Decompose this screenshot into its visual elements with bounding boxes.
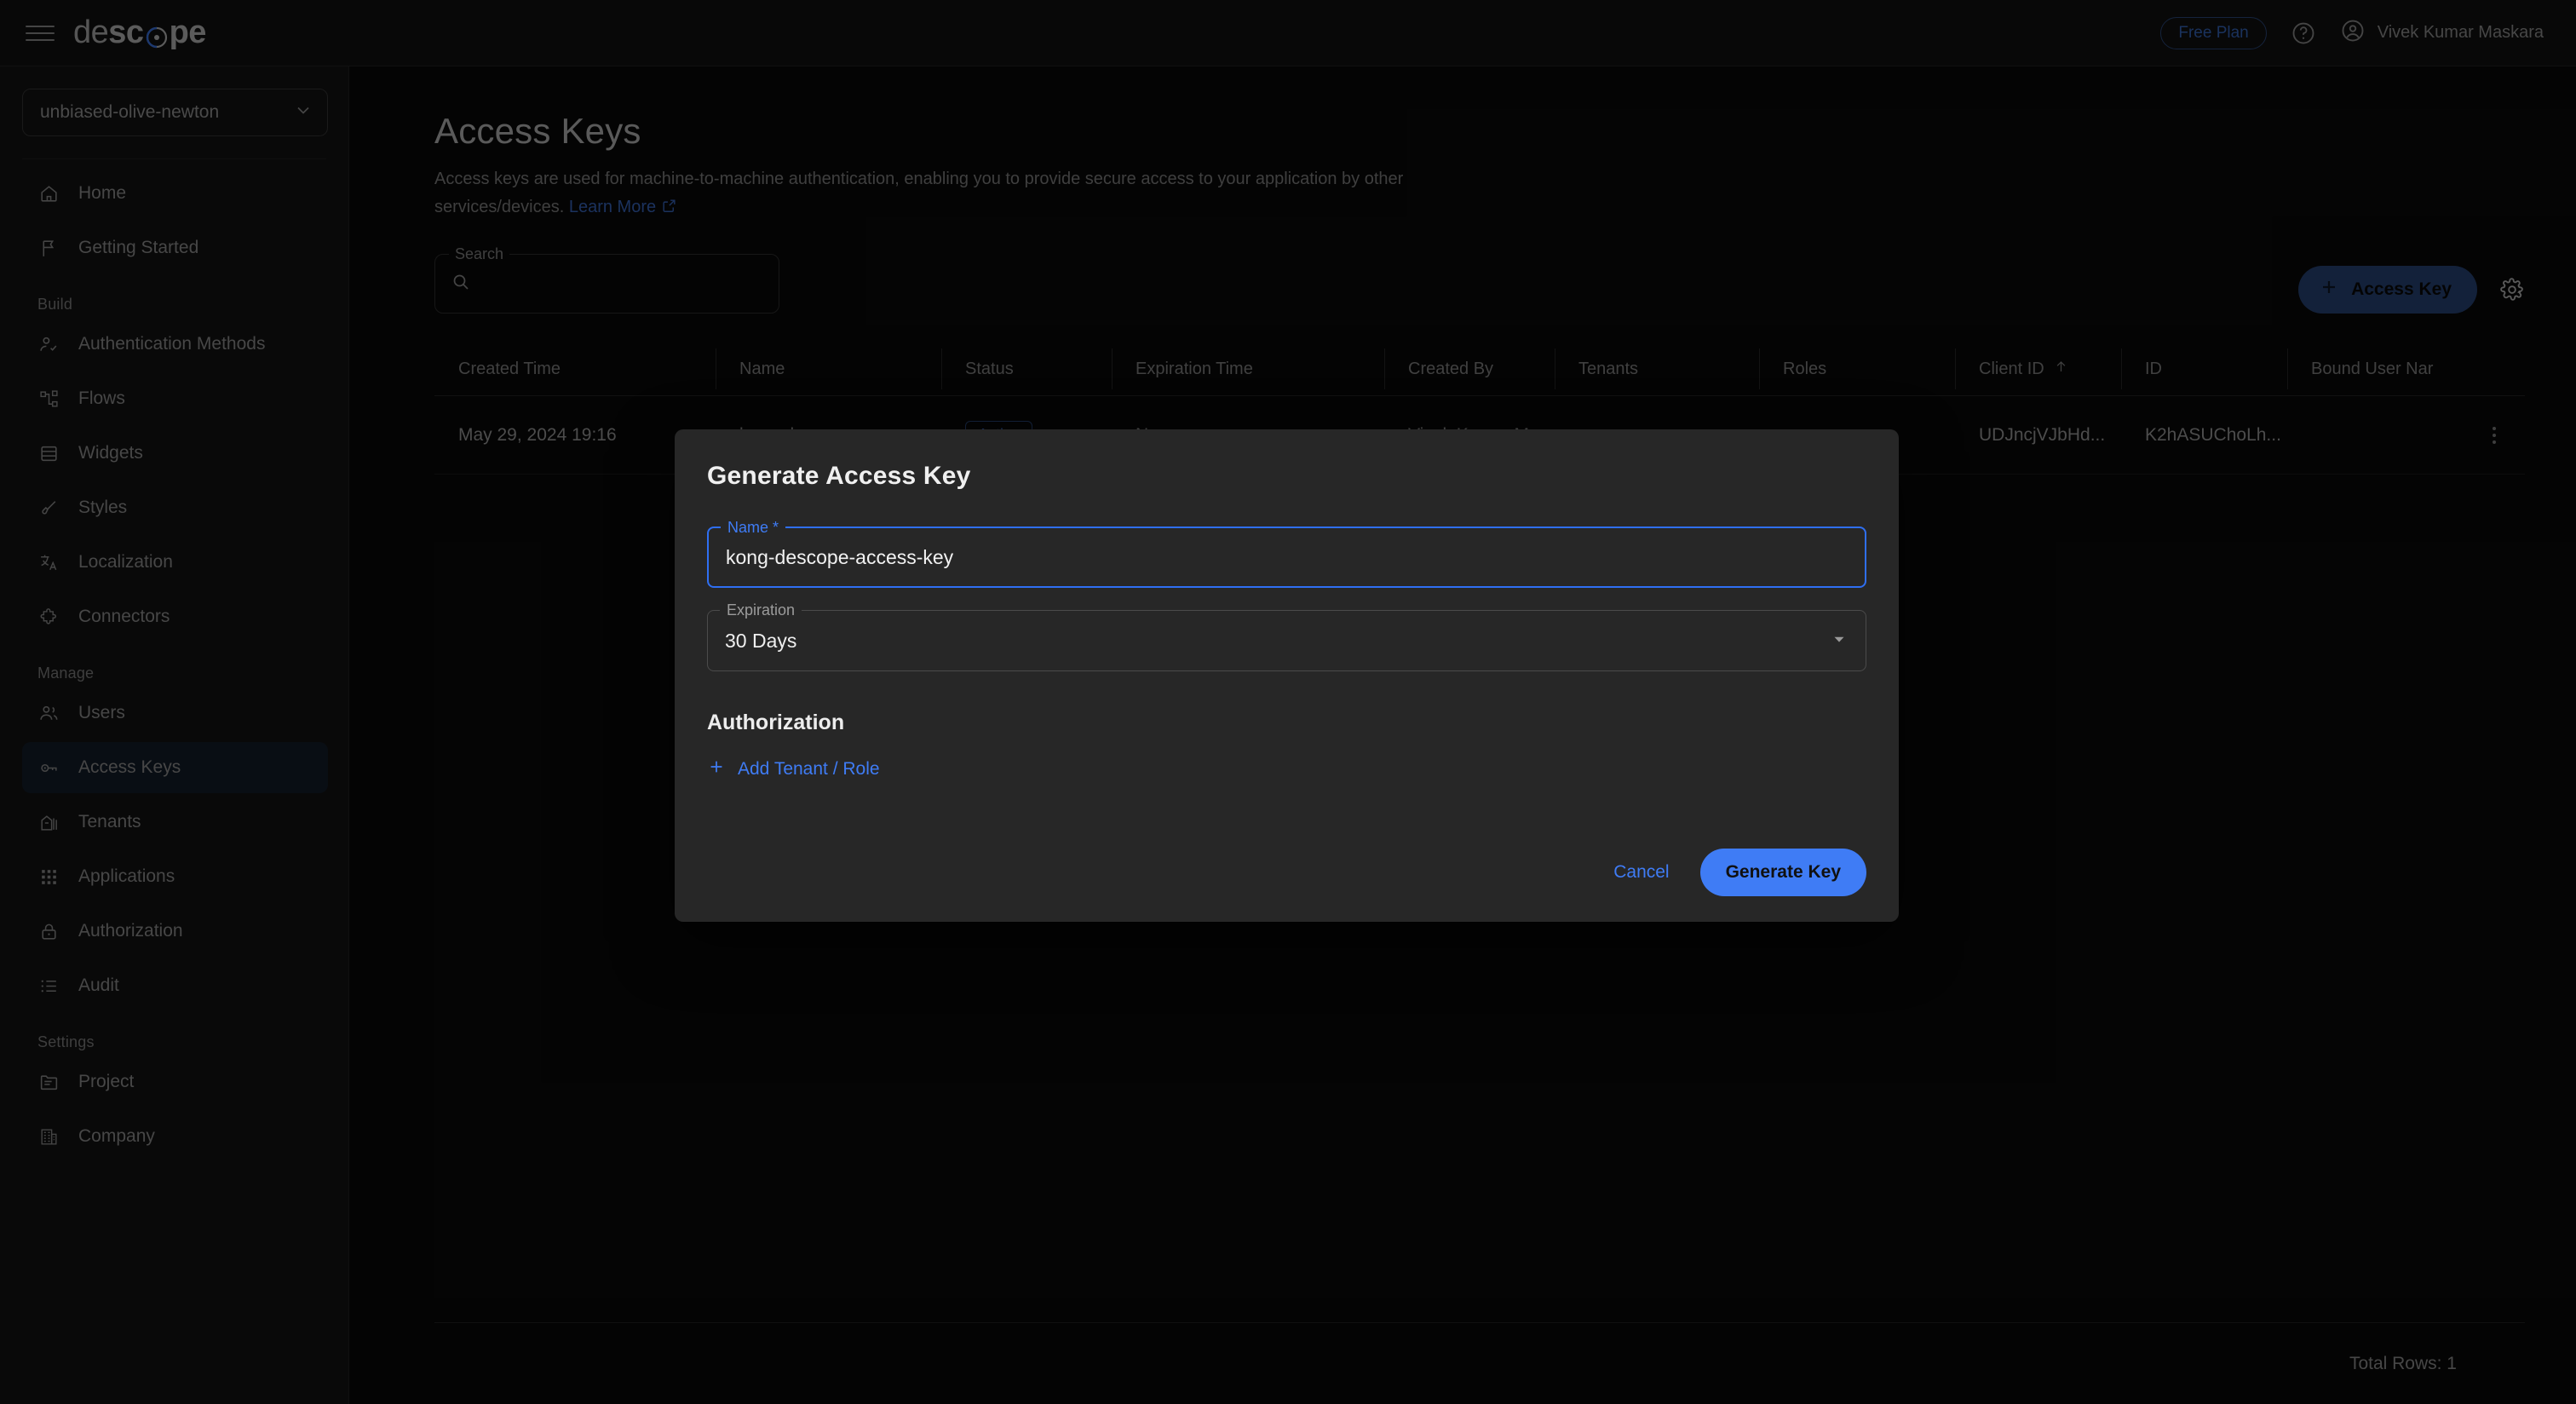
name-field-label: Name * [721, 519, 785, 537]
dialog-actions: Cancel Generate Key [1605, 849, 1866, 896]
generate-access-key-dialog: Generate Access Key Name * Expiration 30… [675, 429, 1899, 922]
chevron-down-icon [1830, 630, 1849, 653]
plus-icon [707, 757, 726, 781]
authorization-section-title: Authorization [707, 711, 1866, 735]
add-tenant-role-button[interactable]: Add Tenant / Role [707, 757, 880, 781]
name-field[interactable]: Name * [707, 526, 1866, 588]
cancel-button[interactable]: Cancel [1605, 855, 1677, 889]
add-tenant-role-label: Add Tenant / Role [738, 759, 880, 780]
dialog-title: Generate Access Key [707, 462, 1866, 491]
name-input[interactable] [726, 546, 1848, 569]
expiration-selected-value: 30 Days [725, 630, 796, 653]
generate-key-button[interactable]: Generate Key [1700, 849, 1866, 896]
expiration-field[interactable]: Expiration 30 Days [707, 610, 1866, 671]
expiration-field-label: Expiration [720, 601, 802, 619]
